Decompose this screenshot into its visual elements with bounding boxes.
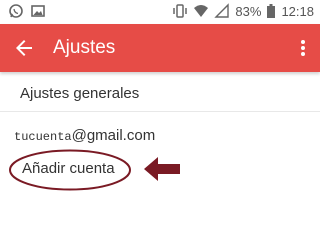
app-bar: Ajustes xyxy=(0,24,320,72)
account-domain: @gmail.com xyxy=(71,127,156,144)
image-icon xyxy=(30,3,46,19)
divider xyxy=(0,111,320,112)
page-title: Ajustes xyxy=(53,37,116,58)
arrow-back-icon[interactable] xyxy=(12,36,36,60)
clock: 12:18 xyxy=(281,3,314,19)
wifi-icon xyxy=(193,3,209,19)
status-bar-left xyxy=(8,3,46,19)
add-account-item[interactable]: Añadir cuenta xyxy=(8,148,132,192)
account-item[interactable]: tucuenta @gmail.com xyxy=(14,127,155,145)
signal-icon xyxy=(214,3,230,19)
more-vert-icon[interactable] xyxy=(298,36,308,60)
general-settings-item[interactable]: Ajustes generales xyxy=(0,72,320,116)
general-settings-label: Ajustes generales xyxy=(20,85,140,102)
vibrate-icon xyxy=(172,3,188,19)
whatsapp-icon xyxy=(8,3,24,19)
battery-percent: 83% xyxy=(235,3,262,19)
battery-icon xyxy=(266,3,276,19)
add-account-label: Añadir cuenta xyxy=(22,160,115,177)
left-arrow-annotation xyxy=(143,156,181,182)
account-user: tucuenta xyxy=(14,130,72,144)
status-bar-right: 83% 12:18 xyxy=(172,3,314,19)
status-bar: 83% 12:18 xyxy=(0,0,320,24)
